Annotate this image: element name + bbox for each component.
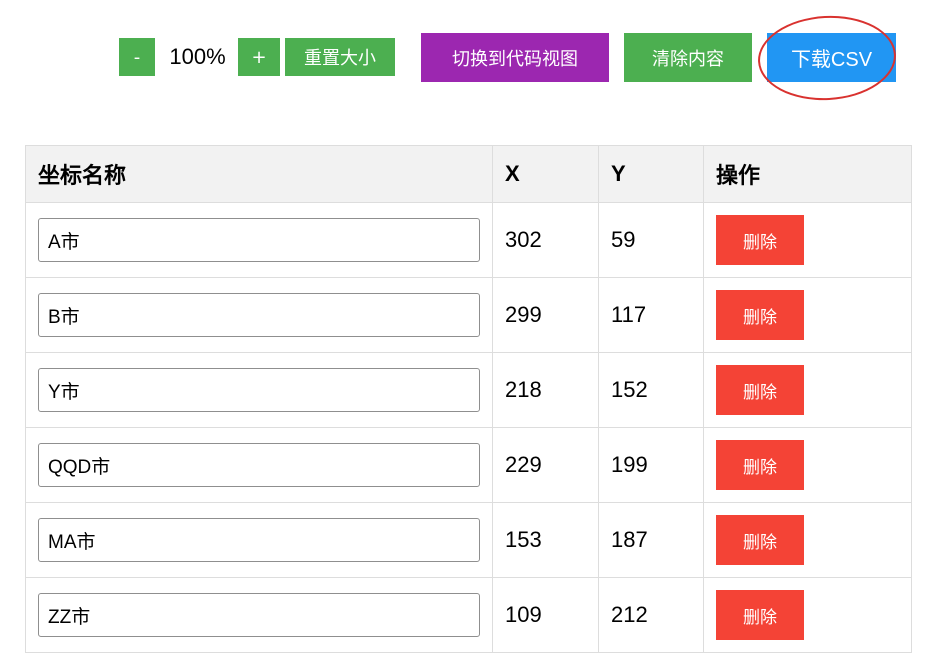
name-cell (25, 352, 493, 428)
header-y: Y (598, 145, 704, 203)
zoom-in-button[interactable]: + (238, 38, 280, 76)
name-cell (25, 427, 493, 503)
table-row: 153187删除 (25, 502, 912, 578)
header-x: X (492, 145, 599, 203)
table-row: 30259删除 (25, 202, 912, 278)
clear-content-button[interactable]: 清除内容 (624, 33, 752, 82)
table-row: 229199删除 (25, 427, 912, 503)
table-body: 30259删除299117删除218152删除229199删除153187删除1… (25, 202, 912, 653)
table-row: 299117删除 (25, 277, 912, 353)
y-value-cell: 152 (598, 352, 704, 428)
coordinate-name-input[interactable] (38, 593, 480, 637)
y-value-cell: 187 (598, 502, 704, 578)
toolbar: - 100% + 重置大小 切换到代码视图 清除内容 下载CSV (0, 0, 925, 110)
coordinate-name-input[interactable] (38, 293, 480, 337)
delete-row-button[interactable]: 删除 (716, 590, 804, 640)
delete-row-button[interactable]: 删除 (716, 440, 804, 490)
x-value-cell: 218 (492, 352, 599, 428)
delete-row-button[interactable]: 删除 (716, 365, 804, 415)
actions-cell: 删除 (703, 577, 912, 653)
actions-cell: 删除 (703, 352, 912, 428)
coordinate-name-input[interactable] (38, 518, 480, 562)
name-cell (25, 202, 493, 278)
x-value-cell: 109 (492, 577, 599, 653)
toggle-code-view-button[interactable]: 切换到代码视图 (421, 33, 609, 82)
coordinate-name-input[interactable] (38, 218, 480, 262)
actions-cell: 删除 (703, 502, 912, 578)
y-value-cell: 212 (598, 577, 704, 653)
table-row: 218152删除 (25, 352, 912, 428)
y-value-cell: 117 (598, 277, 704, 353)
coordinate-name-input[interactable] (38, 443, 480, 487)
delete-row-button[interactable]: 删除 (716, 215, 804, 265)
y-value-cell: 59 (598, 202, 704, 278)
x-value-cell: 302 (492, 202, 599, 278)
table-header-row: 坐标名称 X Y 操作 (25, 145, 912, 203)
x-value-cell: 229 (492, 427, 599, 503)
zoom-level-display: 100% (169, 44, 226, 69)
delete-row-button[interactable]: 删除 (716, 515, 804, 565)
header-actions: 操作 (703, 145, 912, 203)
name-cell (25, 277, 493, 353)
delete-row-button[interactable]: 删除 (716, 290, 804, 340)
zoom-out-button[interactable]: - (119, 38, 155, 76)
name-cell (25, 502, 493, 578)
actions-cell: 删除 (703, 277, 912, 353)
table-row: 109212删除 (25, 577, 912, 653)
reset-size-button[interactable]: 重置大小 (285, 38, 395, 76)
name-cell (25, 577, 493, 653)
x-value-cell: 299 (492, 277, 599, 353)
coordinate-name-input[interactable] (38, 368, 480, 412)
x-value-cell: 153 (492, 502, 599, 578)
download-csv-button[interactable]: 下载CSV (767, 33, 896, 82)
actions-cell: 删除 (703, 427, 912, 503)
actions-cell: 删除 (703, 202, 912, 278)
header-name: 坐标名称 (25, 145, 493, 203)
y-value-cell: 199 (598, 427, 704, 503)
coordinates-table: 坐标名称 X Y 操作 30259删除299117删除218152删除22919… (25, 145, 912, 653)
